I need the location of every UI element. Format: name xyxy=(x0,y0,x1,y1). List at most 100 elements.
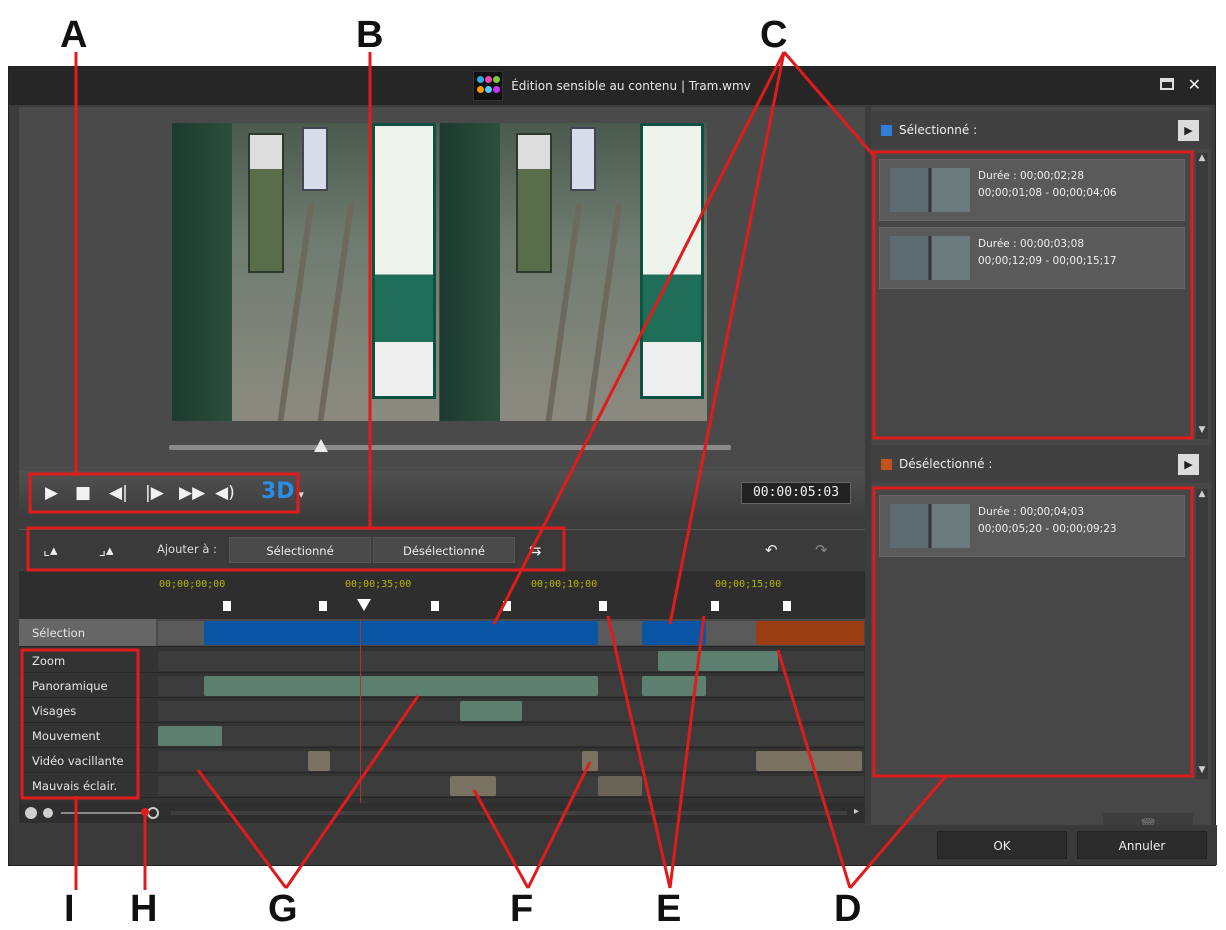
track-visages[interactable]: Visages xyxy=(19,699,865,723)
track-video-vacillante[interactable]: Vidéo vacillante xyxy=(19,749,865,773)
callout-i: I xyxy=(64,888,75,930)
clip-thumbnail xyxy=(890,236,970,280)
marker-flag-icon[interactable] xyxy=(431,601,439,611)
selected-clip[interactable]: Durée : 00;00;03;08 00;00;12;09 - 00;00;… xyxy=(879,227,1185,289)
redo-icon[interactable]: ↷ xyxy=(815,541,828,559)
title-bar: Édition sensible au contenu | Tram.wmv ✕ xyxy=(9,67,1215,105)
marker-flag-icon[interactable] xyxy=(223,601,231,611)
timecode-display: 00:00:05:03 xyxy=(741,482,851,504)
3d-button[interactable]: 3D ▾ xyxy=(261,479,304,504)
callout-f: F xyxy=(510,888,534,930)
track-label: Visages xyxy=(32,704,77,718)
deselected-section-header: Désélectionné : ▶ xyxy=(871,445,1211,483)
ruler-tick-label: 00;00;10;00 xyxy=(531,579,598,590)
callout-e: E xyxy=(656,888,682,930)
poor-lighting-block[interactable] xyxy=(598,776,642,796)
zoom-in-icon[interactable] xyxy=(43,808,53,818)
track-zoom[interactable]: Zoom xyxy=(19,649,865,673)
volume-icon[interactable]: ◀) xyxy=(215,483,235,503)
window-title: Édition sensible au contenu | Tram.wmv xyxy=(511,79,751,93)
selected-clip[interactable]: Durée : 00;00;02;28 00;00;01;08 - 00;00;… xyxy=(879,159,1185,221)
playback-controls: ▶ ■ ◀| |▶ ▶▶ ◀) 3D ▾ 00:00:05:03 xyxy=(19,471,865,515)
track-panoramique[interactable]: Panoramique xyxy=(19,674,865,698)
play-icon[interactable]: ▶ xyxy=(45,483,58,503)
track-label: Mouvement xyxy=(32,729,101,743)
track-mauvais-eclair[interactable]: Mauvais éclair. xyxy=(19,774,865,798)
deselected-segment[interactable] xyxy=(756,621,864,645)
selected-section-title: Sélectionné : xyxy=(899,123,978,137)
zoom-slider[interactable] xyxy=(61,812,156,814)
play-selected-icon[interactable]: ▶ xyxy=(1178,120,1199,141)
selected-color-icon xyxy=(881,125,892,136)
callout-b: B xyxy=(356,14,384,56)
swap-icon[interactable]: ⇆ xyxy=(529,541,542,559)
selected-scrollbar[interactable]: ▲ ▼ xyxy=(1196,153,1208,439)
selected-segment[interactable] xyxy=(642,621,706,645)
marker-flag-icon[interactable] xyxy=(599,601,607,611)
marker-flag-icon[interactable] xyxy=(319,601,327,611)
callout-h: H xyxy=(130,888,158,930)
add-deselected-button[interactable]: Désélectionné xyxy=(373,537,515,563)
clip-range: 00;00;01;08 - 00;00;04;06 xyxy=(978,187,1117,199)
undo-icon[interactable]: ↶ xyxy=(765,541,778,559)
deselected-color-icon xyxy=(881,459,892,470)
next-frame-icon[interactable]: |▶ xyxy=(145,483,164,503)
zoom-out-icon[interactable] xyxy=(25,807,37,819)
motion-block[interactable] xyxy=(158,726,222,746)
timeline-scrollbar[interactable] xyxy=(171,811,847,815)
track-selection[interactable]: Sélection xyxy=(19,619,865,647)
clip-duration: Durée : 00;00;03;08 xyxy=(978,238,1085,250)
seek-thumb[interactable] xyxy=(313,439,328,452)
stop-icon[interactable]: ■ xyxy=(75,483,91,503)
content-aware-editing-window: Édition sensible au contenu | Tram.wmv ✕… xyxy=(8,66,1217,866)
app-icon xyxy=(473,71,504,101)
deselected-clip[interactable]: Durée : 00;00;04;03 00;00;05;20 - 00;00;… xyxy=(879,495,1185,557)
face-block[interactable] xyxy=(460,701,522,721)
track-label: Mauvais éclair. xyxy=(32,779,118,793)
add-to-label: Ajouter à : xyxy=(157,542,217,556)
ruler-tick-label: 00;00;00;00 xyxy=(159,579,226,590)
callout-d: D xyxy=(834,888,862,930)
marker-flag-icon[interactable] xyxy=(783,601,791,611)
playhead-icon[interactable] xyxy=(357,599,371,611)
callout-c: C xyxy=(760,14,788,56)
add-selected-button[interactable]: Sélectionné xyxy=(229,537,371,563)
scroll-right-icon[interactable]: ▸ xyxy=(854,806,859,817)
cancel-button[interactable]: Annuler xyxy=(1077,831,1207,859)
selected-segment[interactable] xyxy=(204,621,598,645)
timeline-tracks: Sélection Zoom Panoramique Visages Mouve… xyxy=(19,619,865,809)
shaky-block[interactable] xyxy=(308,751,330,771)
seek-bar[interactable] xyxy=(169,439,731,452)
previous-frame-icon[interactable]: ◀| xyxy=(109,483,128,503)
pan-block[interactable] xyxy=(642,676,706,696)
timeline-ruler[interactable]: 00;00;00;00 00;00;35;00 00;00;10;00 00;0… xyxy=(19,571,865,619)
playhead-line xyxy=(360,619,361,809)
zoom-slider-thumb[interactable] xyxy=(147,807,159,819)
preview-frame-left xyxy=(172,123,439,421)
play-deselected-icon[interactable]: ▶ xyxy=(1178,454,1199,475)
dialog-footer: OK Annuler xyxy=(9,825,1217,865)
preview-frame-right xyxy=(440,123,707,421)
deselected-scrollbar[interactable]: ▲ ▼ xyxy=(1196,489,1208,779)
mark-out-icon[interactable]: ⌟▴ xyxy=(99,541,114,559)
track-mouvement[interactable]: Mouvement xyxy=(19,724,865,748)
clip-thumbnail xyxy=(890,168,970,212)
segment-side-panel: Sélectionné : ▶ Durée : 00;00;02;28 00;0… xyxy=(871,107,1211,847)
mark-in-icon[interactable]: ⌞▴ xyxy=(43,541,58,559)
poor-lighting-block[interactable] xyxy=(450,776,496,796)
zoom-block[interactable] xyxy=(658,651,778,671)
ok-button[interactable]: OK xyxy=(937,831,1067,859)
shaky-block[interactable] xyxy=(582,751,598,771)
pan-block[interactable] xyxy=(204,676,598,696)
shaky-block[interactable] xyxy=(756,751,862,771)
close-icon[interactable]: ✕ xyxy=(1188,75,1201,94)
clip-thumbnail xyxy=(890,504,970,548)
marker-flag-icon[interactable] xyxy=(503,601,511,611)
restore-icon[interactable] xyxy=(1159,78,1174,90)
marker-flag-icon[interactable] xyxy=(711,601,719,611)
callout-a: A xyxy=(60,14,88,56)
clip-range: 00;00;05;20 - 00;00;09;23 xyxy=(978,523,1117,535)
track-label: Vidéo vacillante xyxy=(32,754,124,768)
fast-forward-icon[interactable]: ▶▶ xyxy=(179,483,205,503)
video-preview xyxy=(19,107,865,471)
